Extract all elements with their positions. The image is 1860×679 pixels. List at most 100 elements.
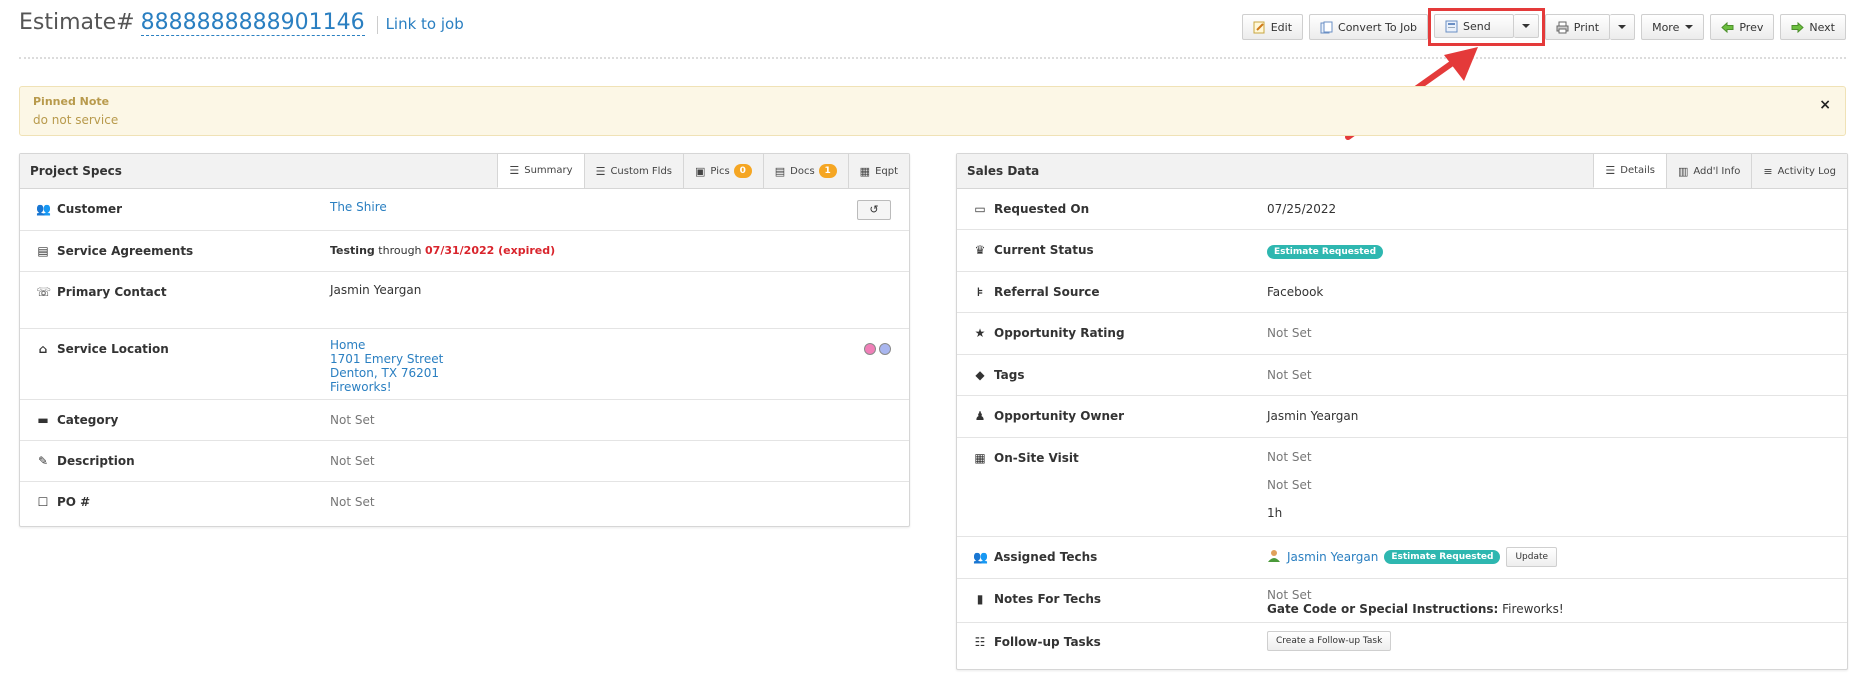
category-row: ▬ Category Not Set xyxy=(20,400,909,441)
print-dropdown-button[interactable] xyxy=(1610,14,1636,40)
location-label: Service Location xyxy=(57,342,169,356)
customer-link[interactable]: The Shire xyxy=(330,200,387,214)
followup-label-wrap: ☷ Follow-up Tasks xyxy=(973,635,1101,649)
edit-button[interactable]: Edit xyxy=(1241,14,1304,40)
signpost-icon: ⊧ xyxy=(976,285,984,299)
assigned-techs-row: 👥 Assigned Techs Jasmin Yeargan Estimate … xyxy=(957,537,1847,579)
blue-marker-icon[interactable] xyxy=(879,343,891,355)
current-status-row: ♛ Current Status Estimate Requested xyxy=(957,230,1847,272)
project-specs-panel: Project Specs ☰ Summary ☰ Custom Flds ▣ … xyxy=(19,153,910,527)
description-label-wrap: ✎ Description xyxy=(36,454,135,468)
prev-button[interactable]: Prev xyxy=(1710,14,1775,40)
contact-label: Primary Contact xyxy=(57,285,167,299)
requested-label: Requested On xyxy=(994,202,1090,216)
home-icon: ⌂ xyxy=(38,342,48,356)
send-icon xyxy=(1445,20,1458,33)
tab-summary[interactable]: ☰ Summary xyxy=(497,154,584,188)
techs-label: Assigned Techs xyxy=(994,550,1098,564)
calendar-icon: ▭ xyxy=(974,202,986,216)
agreements-value: Testing through 07/31/2022 (expired) xyxy=(330,244,555,257)
convert-label: Convert To Job xyxy=(1338,20,1418,34)
contact-label-wrap: ☏ Primary Contact xyxy=(36,285,167,299)
notes-label-wrap: ▮ Notes For Techs xyxy=(973,592,1101,606)
folder-icon: ▬ xyxy=(37,413,49,427)
referral-label: Referral Source xyxy=(994,285,1100,299)
create-follow-up-task-button[interactable]: Create a Follow-up Task xyxy=(1267,631,1392,651)
tags-label: Tags xyxy=(994,368,1025,382)
send-button[interactable]: Send xyxy=(1434,14,1514,38)
tab-activity-log[interactable]: ≡ Activity Log xyxy=(1751,154,1847,188)
tab-pics-label: Pics xyxy=(710,165,730,177)
send-dropdown-button[interactable] xyxy=(1513,14,1539,38)
update-button[interactable]: Update xyxy=(1506,547,1558,567)
user-icon: ♟ xyxy=(974,409,986,423)
print-button-group: Print xyxy=(1544,14,1636,40)
tab-docs[interactable]: ▤ Docs 1 xyxy=(762,154,848,188)
gate-code-line: Gate Code or Special Instructions: Firew… xyxy=(1267,602,1564,616)
tab-details[interactable]: ☰ Details xyxy=(1593,154,1666,188)
arrow-right-icon xyxy=(1791,21,1805,34)
tags-value: Not Set xyxy=(1267,368,1312,382)
action-toolbar: Edit Convert To Job Send Print More Prev… xyxy=(1241,8,1846,46)
po-value: Not Set xyxy=(330,495,375,509)
tab-details-label: Details xyxy=(1620,165,1655,176)
tasks-icon: ☷ xyxy=(974,635,986,649)
list-icon: ☰ xyxy=(509,164,520,177)
tab-addl-info[interactable]: ▥ Add'l Info xyxy=(1665,154,1751,188)
location-label-wrap: ⌂ Service Location xyxy=(36,342,169,356)
edit-label: Edit xyxy=(1270,20,1293,34)
pink-marker-icon[interactable] xyxy=(864,343,876,355)
status-label: Current Status xyxy=(994,243,1094,257)
service-location-link[interactable]: Home 1701 Emery Street Denton, TX 76201 … xyxy=(330,338,443,394)
more-button[interactable]: More xyxy=(1641,14,1705,40)
tab-eqpt[interactable]: ▦ Eqpt xyxy=(847,154,909,188)
followup-label: Follow-up Tasks xyxy=(994,635,1101,649)
trophy-icon: ♛ xyxy=(974,243,986,257)
convert-to-job-button[interactable]: Convert To Job xyxy=(1309,14,1429,40)
agreements-label-wrap: ▤ Service Agreements xyxy=(36,244,193,258)
chevron-down-icon xyxy=(1521,24,1530,28)
status-label-wrap: ♛ Current Status xyxy=(973,243,1094,257)
visit-values: Not Set Not Set 1h xyxy=(1267,443,1312,527)
primary-contact-value: Jasmin Yeargan xyxy=(330,283,422,297)
customer-row: 👥 Customer The Shire ↺ xyxy=(20,189,909,231)
technician-avatar-icon xyxy=(1267,549,1281,566)
tag-icon: ◆ xyxy=(975,368,985,382)
agreement-name[interactable]: Testing xyxy=(330,244,375,257)
close-icon[interactable]: × xyxy=(1819,97,1831,113)
service-location-row: ⌂ Service Location Home 1701 Emery Street… xyxy=(20,329,909,400)
users-icon: 👥 xyxy=(36,202,51,216)
visit-label-wrap: ▦ On-Site Visit xyxy=(973,451,1079,465)
owner-label: Opportunity Owner xyxy=(994,409,1125,423)
next-button[interactable]: Next xyxy=(1780,14,1846,40)
visit-label: On-Site Visit xyxy=(994,451,1079,465)
print-button[interactable]: Print xyxy=(1544,14,1611,40)
tab-custom-flds[interactable]: ☰ Custom Flds xyxy=(583,154,683,188)
description-label: Description xyxy=(57,454,135,468)
pinned-note: Pinned Note do not service × xyxy=(19,86,1846,136)
estimate-number[interactable]: 8888888888901146 xyxy=(140,10,365,36)
tab-custom-label: Custom Flds xyxy=(610,165,673,177)
technician-link[interactable]: Jasmin Yeargan xyxy=(1287,550,1378,564)
visit-value-2: Not Set xyxy=(1267,478,1312,492)
estimate-label: Estimate# xyxy=(19,10,135,35)
agreement-through: through xyxy=(378,244,422,257)
print-icon xyxy=(1556,21,1569,34)
chevron-down-icon xyxy=(1685,25,1694,29)
agreements-label: Service Agreements xyxy=(57,244,194,258)
rating-label: Opportunity Rating xyxy=(994,326,1125,340)
equipment-icon: ▦ xyxy=(859,164,871,178)
link-to-job-link[interactable]: Link to job xyxy=(386,15,464,33)
tab-pics[interactable]: ▣ Pics 0 xyxy=(683,154,763,188)
history-icon[interactable]: ↺ xyxy=(857,200,891,220)
service-agreements-row: ▤ Service Agreements Testing through 07/3… xyxy=(20,231,909,272)
referral-label-wrap: ⊧ Referral Source xyxy=(973,285,1100,299)
notes-value: Not Set xyxy=(1267,588,1312,602)
chevron-down-icon xyxy=(1618,25,1627,29)
notes-label: Notes For Techs xyxy=(994,592,1102,606)
location-street: 1701 Emery Street xyxy=(330,352,444,366)
status-badge[interactable]: Estimate Requested xyxy=(1267,245,1384,259)
prev-label: Prev xyxy=(1739,20,1764,34)
edit-square-icon: ☐ xyxy=(37,495,49,509)
pinned-note-title: Pinned Note xyxy=(33,95,110,108)
